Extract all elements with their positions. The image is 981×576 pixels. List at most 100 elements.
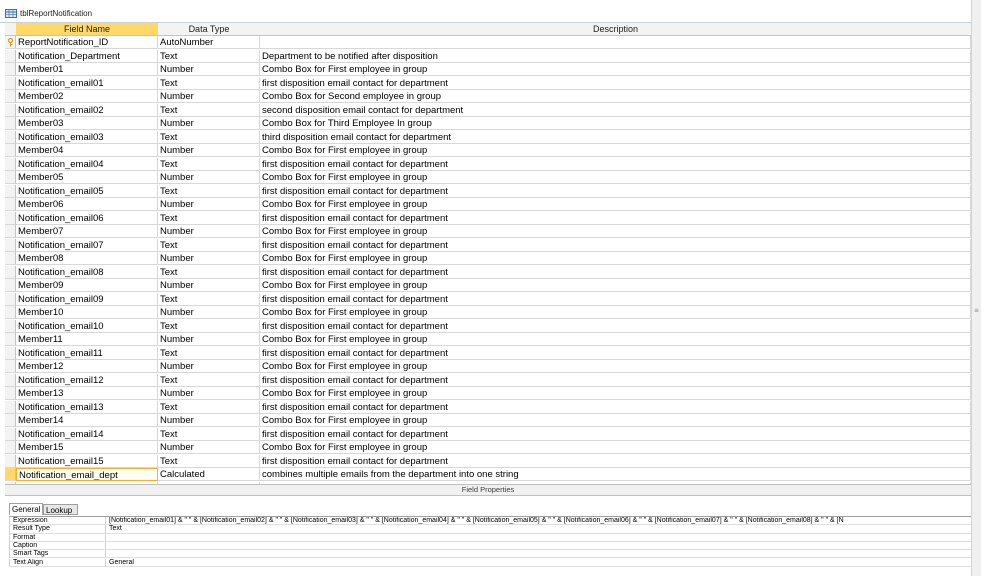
description-cell[interactable]: Combo Box for First employee in group (260, 279, 971, 292)
data-type-cell[interactable]: Text (158, 184, 260, 198)
table-row[interactable]: Member13 Number Combo Box for First employ… (5, 387, 971, 401)
data-type-cell[interactable]: Text (158, 292, 260, 306)
row-selector[interactable] (5, 387, 16, 400)
data-type-cell[interactable]: Text (158, 454, 260, 468)
description-cell[interactable]: first disposition email contact for depa… (260, 400, 971, 414)
data-type-cell[interactable]: Number (158, 360, 260, 373)
description-cell[interactable]: Combo Box for First employee in group (260, 171, 971, 184)
description-cell[interactable] (260, 36, 971, 49)
row-selector[interactable] (5, 49, 16, 63)
data-type-cell[interactable]: Text (158, 211, 260, 225)
description-cell[interactable]: first disposition email contact for depa… (260, 319, 971, 333)
data-type-cell[interactable]: Number (158, 387, 260, 400)
description-cell[interactable]: Department to be notified after disposit… (260, 49, 971, 63)
field-name-cell[interactable]: Notification_email08 (16, 265, 158, 279)
property-value[interactable] (106, 534, 971, 542)
vertical-scrollbar[interactable]: ≡ (971, 0, 981, 576)
column-header-data-type[interactable]: Data Type (158, 23, 261, 36)
description-cell[interactable]: Combo Box for First employee in group (260, 414, 971, 427)
field-name-cell[interactable]: Notification_email09 (16, 292, 158, 306)
row-selector[interactable] (5, 198, 16, 211)
table-row[interactable]: Notification_email06 Text first dispositio… (5, 211, 971, 226)
table-row[interactable]: ReportNotification_ID AutoNumber (5, 36, 971, 50)
row-selector[interactable] (5, 238, 16, 252)
row-selector[interactable] (5, 360, 16, 373)
row-selector[interactable] (5, 414, 16, 427)
data-type-cell[interactable]: Text (158, 373, 260, 387)
row-selector[interactable] (5, 184, 16, 198)
field-name-cell[interactable]: Member04 (16, 144, 158, 157)
table-row[interactable]: Member03 Number Combo Box for Third Employ… (5, 117, 971, 131)
description-cell[interactable]: Combo Box for First employee in group (260, 198, 971, 211)
property-value[interactable]: General (106, 559, 971, 567)
table-row[interactable]: Notification_email_dept Calculated combine… (5, 468, 971, 482)
data-type-cell[interactable]: Number (158, 225, 260, 238)
row-selector[interactable] (5, 225, 16, 238)
field-name-cell[interactable]: Member01 (16, 63, 158, 76)
row-selector[interactable] (5, 171, 16, 184)
data-type-cell[interactable]: Number (158, 414, 260, 427)
row-selector[interactable] (5, 117, 16, 130)
data-type-cell[interactable]: Text (158, 319, 260, 333)
table-row[interactable]: Notification_email09 Text first dispositio… (5, 292, 971, 307)
table-row[interactable]: Member06 Number Combo Box for First employ… (5, 198, 971, 212)
data-type-cell[interactable]: Number (158, 279, 260, 292)
data-type-cell[interactable]: Text (158, 400, 260, 414)
table-row[interactable]: Member04 Number Combo Box for First employ… (5, 144, 971, 158)
description-cell[interactable]: Combo Box for First employee in group (260, 225, 971, 238)
description-cell[interactable]: third disposition email contact for depa… (260, 130, 971, 144)
field-name-cell[interactable]: Member14 (16, 414, 158, 427)
scroll-grip-icon[interactable]: ≡ (974, 308, 980, 314)
description-cell[interactable]: Combo Box for First employee in group (260, 252, 971, 265)
field-name-cell[interactable]: Member03 (16, 117, 158, 130)
field-name-cell[interactable]: Notification_email07 (16, 238, 158, 252)
row-selector[interactable] (5, 319, 16, 333)
row-selector[interactable] (5, 252, 16, 265)
table-row[interactable]: Notification_email10 Text first dispositio… (5, 319, 971, 334)
field-name-cell[interactable]: Member07 (16, 225, 158, 238)
property-row[interactable]: Result Type Text (9, 525, 971, 534)
data-type-cell[interactable]: Number (158, 117, 260, 130)
description-cell[interactable]: Combo Box for First employee in group (260, 441, 971, 454)
field-name-cell[interactable]: Notification_email14 (16, 427, 158, 441)
property-value[interactable]: Text (106, 525, 971, 534)
field-name-cell[interactable]: Member02 (16, 90, 158, 103)
field-name-cell[interactable]: Member10 (16, 306, 158, 319)
field-name-cell[interactable]: Member11 (16, 333, 158, 346)
field-name-cell[interactable]: Notification_email12 (16, 373, 158, 387)
row-selector[interactable] (5, 441, 16, 454)
row-selector[interactable] (5, 373, 16, 387)
table-row[interactable]: Notification_email05 Text first dispositio… (5, 184, 971, 199)
description-cell[interactable]: second disposition email contact for dep… (260, 103, 971, 117)
tab-lookup[interactable]: Lookup (43, 504, 78, 515)
property-row[interactable]: Text Align General (9, 558, 971, 567)
row-selector[interactable] (5, 306, 16, 319)
column-header-description[interactable]: Description (260, 23, 972, 36)
field-name-cell[interactable]: Member13 (16, 387, 158, 400)
field-name-cell[interactable]: ReportNotification_ID (16, 36, 158, 49)
description-cell[interactable]: first disposition email contact for depa… (260, 427, 971, 441)
table-row[interactable]: Notification_Department Text Department to… (5, 49, 971, 64)
table-row[interactable]: Notification_email12 Text first dispositio… (5, 373, 971, 388)
data-type-cell[interactable]: Text (158, 76, 260, 90)
data-type-cell[interactable]: Number (158, 144, 260, 157)
field-name-cell[interactable]: Notification_email02 (16, 103, 158, 117)
row-selector[interactable] (5, 144, 16, 157)
table-row[interactable]: Member15 Number Combo Box for First employ… (5, 441, 971, 455)
data-type-cell[interactable]: Text (158, 157, 260, 171)
description-cell[interactable]: first disposition email contact for depa… (260, 454, 971, 468)
table-row[interactable]: Notification_email11 Text first dispositio… (5, 346, 971, 361)
description-cell[interactable]: first disposition email contact for depa… (260, 265, 971, 279)
table-row[interactable]: Notification_email08 Text first dispositio… (5, 265, 971, 280)
field-name-cell[interactable]: Notification_email15 (16, 454, 158, 468)
data-type-cell[interactable]: Text (158, 130, 260, 144)
table-row[interactable]: Member05 Number Combo Box for First employ… (5, 171, 971, 185)
row-selector[interactable] (5, 279, 16, 292)
row-selector[interactable] (5, 265, 16, 279)
document-tab[interactable]: tblReportNotification (0, 0, 981, 23)
table-row[interactable]: Member02 Number Combo Box for Second emplo… (5, 90, 971, 104)
field-name-cell[interactable]: Notification_email04 (16, 157, 158, 171)
property-row[interactable]: Caption (9, 541, 971, 551)
description-cell[interactable]: first disposition email contact for depa… (260, 346, 971, 360)
property-value[interactable] (106, 542, 971, 551)
